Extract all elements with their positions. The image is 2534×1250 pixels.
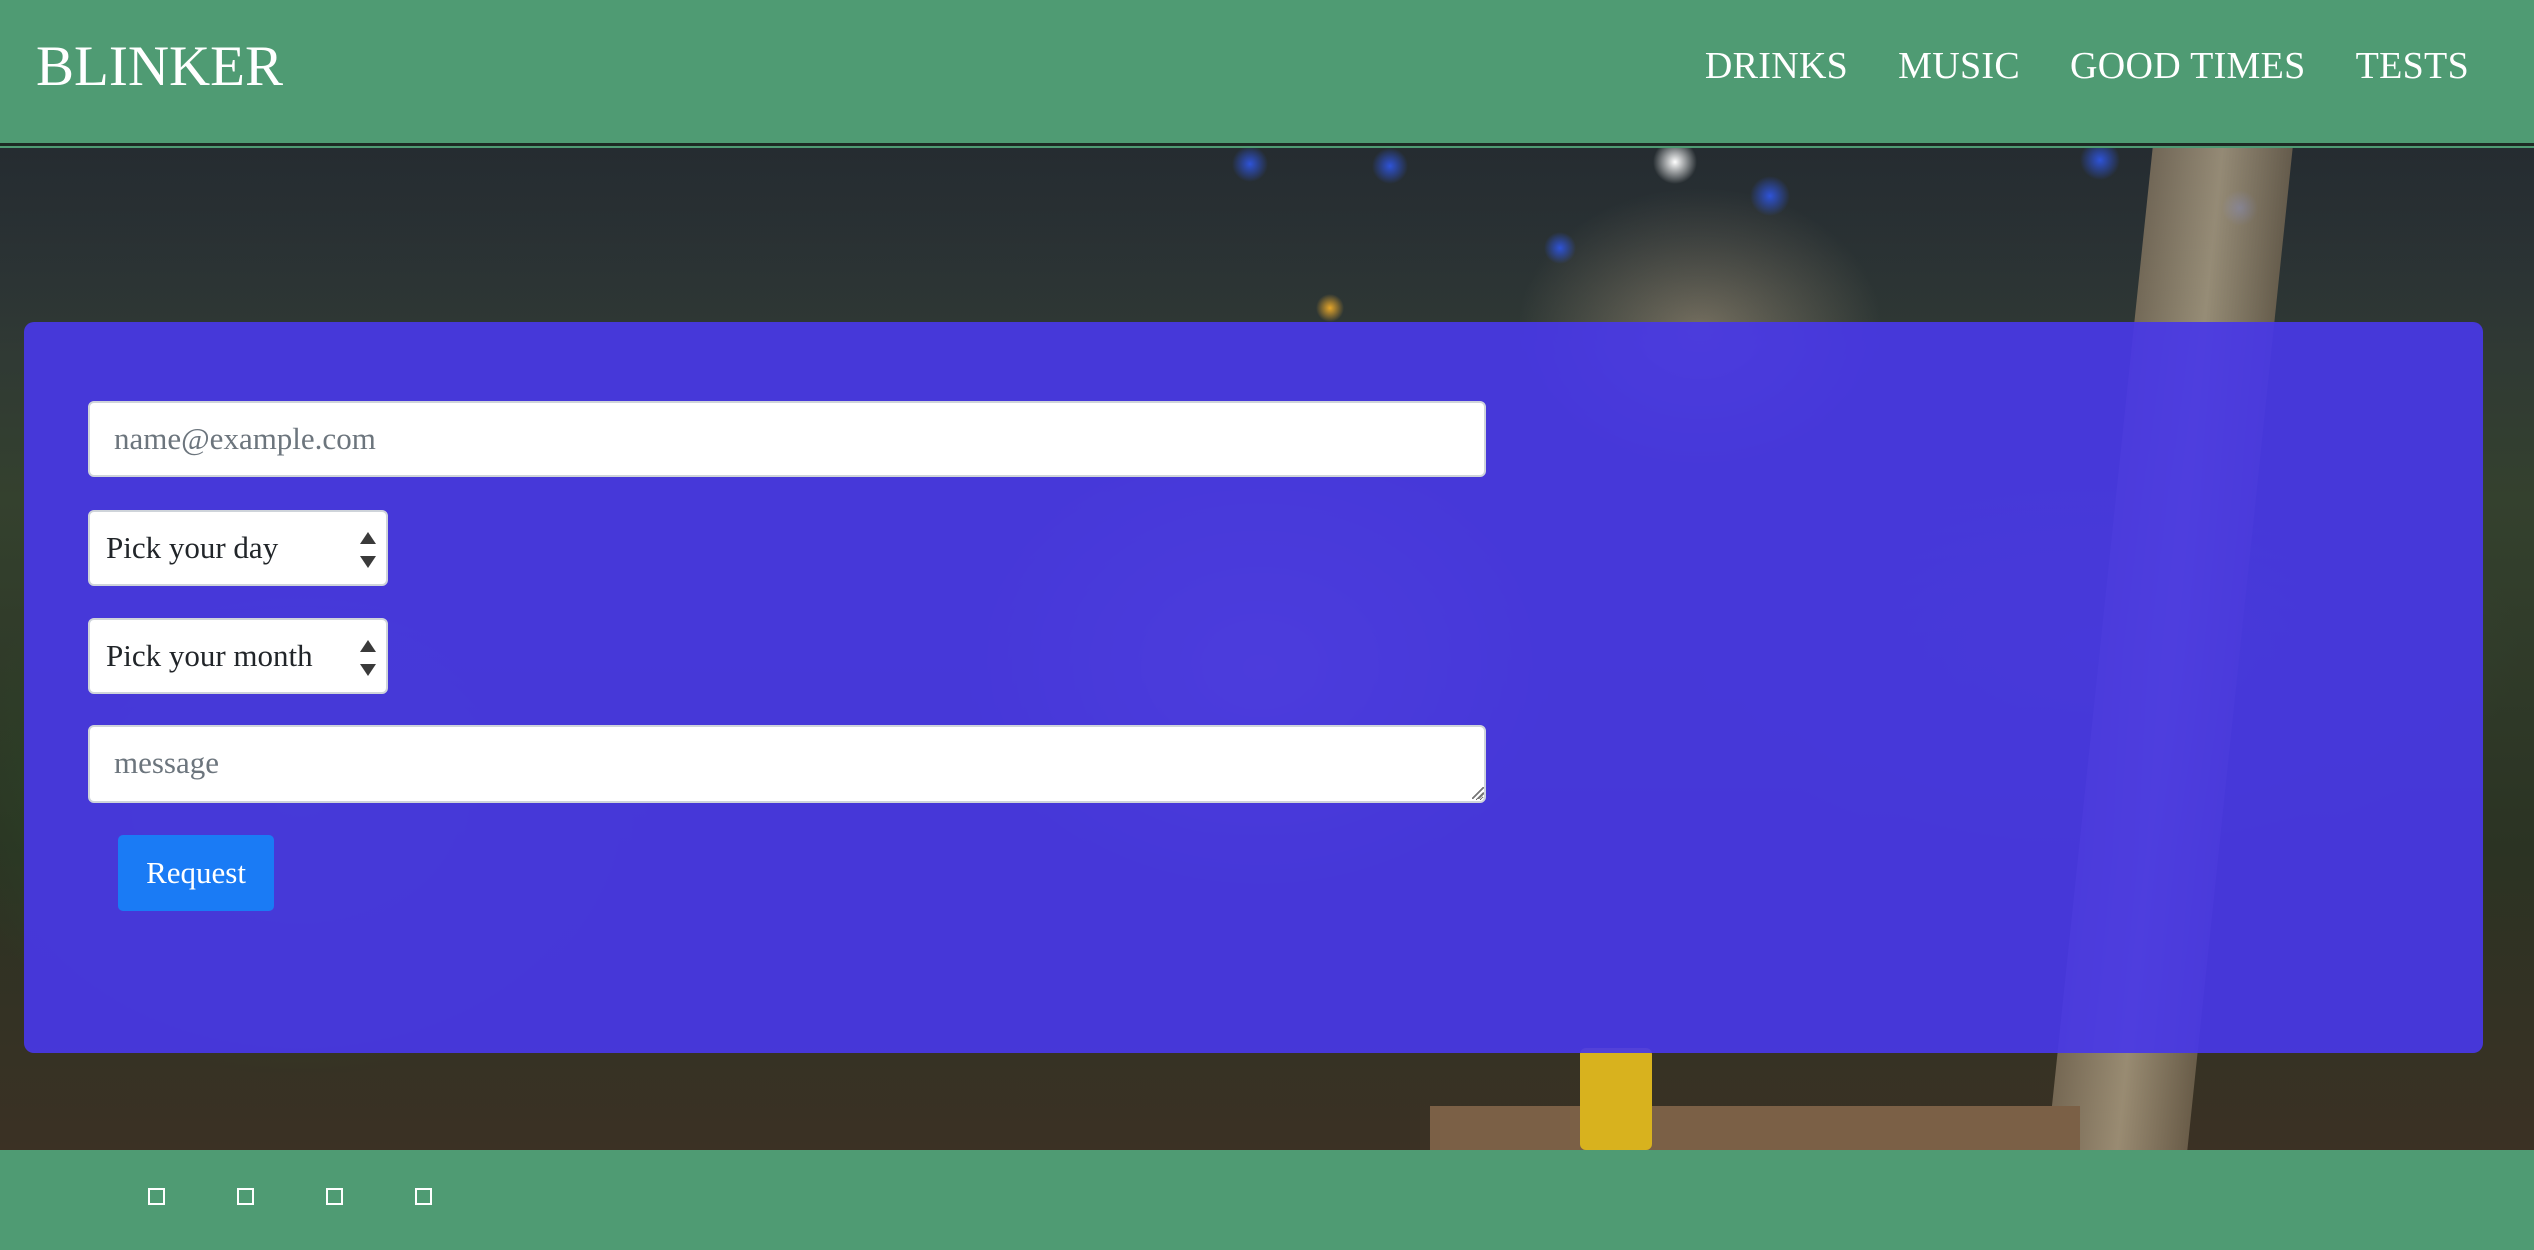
request-form: Pick your day Pick your month Request — [24, 322, 2483, 1053]
nav-link-good-times[interactable]: GOOD TIMES — [2070, 44, 2306, 88]
social-icon-1[interactable] — [148, 1188, 165, 1205]
nav-menu: DRINKS MUSIC GOOD TIMES TESTS — [1705, 44, 2469, 88]
footer-icon-row — [148, 1188, 432, 1205]
hero-table — [1430, 1106, 2080, 1150]
hero-cup — [1580, 1048, 1652, 1150]
email-input[interactable] — [88, 401, 1486, 477]
select-arrows-icon — [360, 532, 376, 568]
message-textarea[interactable] — [88, 725, 1486, 803]
footer — [0, 1150, 2534, 1250]
social-icon-4[interactable] — [415, 1188, 432, 1205]
brand-logo[interactable]: BLINKER — [36, 34, 283, 99]
request-button[interactable]: Request — [118, 835, 274, 911]
nav-link-drinks[interactable]: DRINKS — [1705, 44, 1848, 88]
social-icon-2[interactable] — [237, 1188, 254, 1205]
resize-handle-icon[interactable] — [1472, 787, 1484, 799]
day-select[interactable]: Pick your day — [88, 510, 388, 586]
navbar: BLINKER DRINKS MUSIC GOOD TIMES TESTS — [0, 0, 2534, 146]
day-select-value: Pick your day — [106, 530, 279, 565]
month-select[interactable]: Pick your month — [88, 618, 388, 694]
nav-link-music[interactable]: MUSIC — [1898, 44, 2020, 88]
nav-link-tests[interactable]: TESTS — [2356, 44, 2469, 88]
select-arrows-icon — [360, 640, 376, 676]
social-icon-3[interactable] — [326, 1188, 343, 1205]
month-select-value: Pick your month — [106, 638, 313, 673]
